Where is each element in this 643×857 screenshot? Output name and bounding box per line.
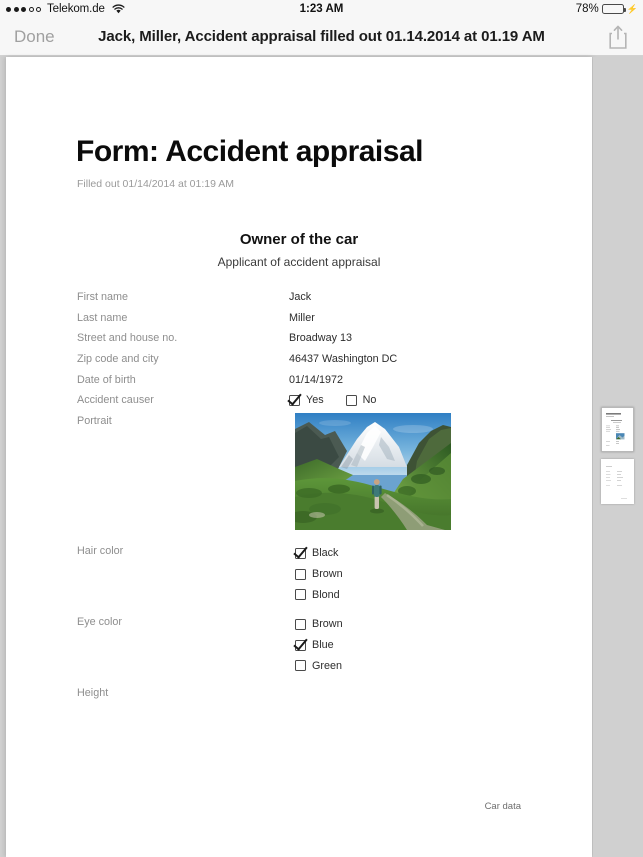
field-label: Last name [77, 311, 128, 324]
checkbox-unchecked-icon[interactable] [295, 618, 306, 630]
field-row: First name Jack [6, 291, 592, 312]
document-title: Form: Accident appraisal [76, 135, 423, 168]
checkbox-unchecked-icon[interactable] [295, 589, 306, 601]
field-row: Street and house no. Broadway 13 [6, 332, 592, 353]
checkbox-option-green[interactable]: Green [295, 655, 343, 676]
checkbox-label: Green [312, 659, 343, 672]
thumbnail-sidebar[interactable] [593, 57, 643, 857]
checkbox-checked-icon[interactable] [295, 639, 306, 651]
checkbox-label: Blue [312, 639, 334, 652]
page-thumbnail-2[interactable] [601, 459, 634, 504]
status-bar-right: 78% ⚡ [576, 3, 638, 15]
checkbox-unchecked-icon[interactable] [295, 568, 306, 580]
charging-bolt-icon: ⚡ [626, 3, 638, 14]
field-label: Street and house no. [77, 332, 178, 345]
portrait-image [295, 413, 451, 530]
section-subtitle: Applicant of accident appraisal [217, 255, 381, 269]
field-row: Date of birth 01/14/1972 [6, 374, 592, 395]
checkbox-label: Brown [312, 568, 343, 581]
group-label: Hair color [77, 545, 124, 557]
field-row: Zip code and city 46437 Washington DC [6, 353, 592, 374]
checkbox-label: Yes [306, 394, 324, 407]
field-label: First name [77, 291, 128, 303]
field-row: Last name Miller [6, 312, 592, 333]
document-subtitle: Filled out 01/14/2014 at 01:19 AM [77, 178, 235, 190]
field-label: Zip code and city [77, 353, 159, 366]
app-root: Telekom.de 1:23 AM 78% ⚡ Done Jack, Mill… [0, 0, 643, 857]
checkbox-option-blue[interactable]: Blue [295, 635, 343, 656]
accident-causer-options: Yes No [289, 394, 398, 406]
checkbox-checked-icon[interactable] [295, 547, 306, 559]
page-title: Jack, Miller, Accident appraisal filled … [98, 28, 545, 45]
field-label: Accident causer [77, 394, 154, 407]
checkbox-option-black[interactable]: Black [295, 543, 343, 564]
field-value: Broadway 13 [289, 332, 353, 345]
checkbox-unchecked-icon[interactable] [345, 394, 357, 406]
footer-note: Car data [484, 801, 521, 812]
battery-icon [601, 4, 626, 14]
checkbox-checked-icon[interactable] [289, 394, 300, 406]
content-area: Form: Accident appraisal Filled out 01/1… [0, 57, 643, 857]
checkbox-option-yes[interactable]: Yes [289, 394, 324, 406]
checkbox-option-blond[interactable]: Blond [295, 584, 343, 605]
checkbox-label: Blond [312, 588, 340, 601]
checkbox-option-brown[interactable]: Brown [295, 614, 343, 635]
checkbox-unchecked-icon[interactable] [295, 660, 306, 672]
checkbox-option-no[interactable]: No [345, 394, 377, 407]
field-label: Date of birth [77, 373, 136, 386]
section-title: Owner of the car [239, 231, 359, 248]
field-value: 46437 Washington DC [289, 353, 398, 366]
group-label: Eye color [77, 616, 123, 628]
battery-percent-label: 78% [575, 3, 599, 15]
checkbox-label: Brown [312, 618, 343, 631]
status-bar-clock: 1:23 AM [299, 3, 344, 15]
field-value: 01/14/1972 [289, 373, 344, 386]
field-label: Height [77, 687, 109, 699]
checkbox-label: No [362, 394, 377, 407]
field-label: Portrait [77, 415, 112, 428]
status-bar: Telekom.de 1:23 AM 78% ⚡ [0, 0, 643, 18]
share-icon[interactable] [607, 24, 629, 50]
navigation-bar: Done Jack, Miller, Accident appraisal fi… [0, 18, 643, 56]
field-value: Jack [289, 291, 312, 303]
hair-color-options: Black Brown Blond [295, 543, 343, 605]
page-thumbnail-1[interactable] [601, 407, 634, 452]
checkbox-label: Black [312, 547, 339, 560]
eye-color-options: Brown Blue Green [295, 614, 343, 676]
checkbox-option-brown[interactable]: Brown [295, 564, 343, 585]
field-value: Miller [289, 311, 315, 324]
document-page: Form: Accident appraisal Filled out 01/1… [6, 57, 592, 857]
